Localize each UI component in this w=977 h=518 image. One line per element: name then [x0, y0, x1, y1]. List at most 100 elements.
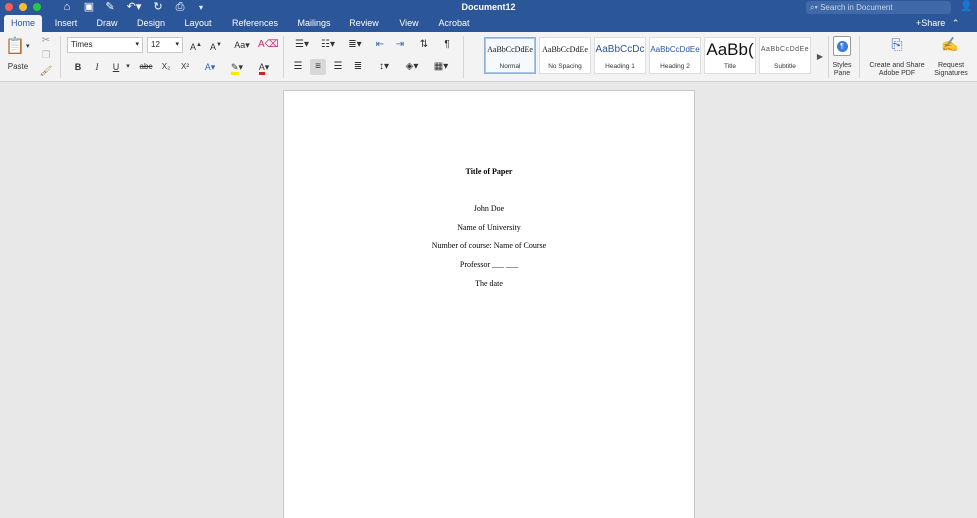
style-subtitle[interactable]: AaBbCcDdEe Subtitle: [759, 37, 811, 74]
cut-icon[interactable]: ✂: [38, 33, 54, 49]
styles-gallery-more-icon[interactable]: ▶: [815, 49, 825, 65]
styles-pane-label[interactable]: Styles Pane: [828, 62, 856, 78]
justify-icon[interactable]: ≣: [350, 59, 366, 75]
align-right-icon[interactable]: ☰: [330, 59, 346, 75]
collapse-ribbon-icon[interactable]: ⌃: [952, 18, 960, 28]
document-page[interactable]: Title of Paper John Doe Name of Universi…: [283, 90, 695, 518]
style-label: Heading 1: [605, 63, 635, 70]
tab-insert[interactable]: Insert: [49, 15, 83, 32]
paper-title[interactable]: Title of Paper: [284, 167, 694, 176]
ribbon: 📋 ▾ Paste ✂ ❐ 🖌 Times ▾ 12 ▾ A▲ A▼ Aa▾ A…: [0, 32, 977, 82]
format-painter-icon[interactable]: 🖌: [38, 64, 54, 80]
tab-view[interactable]: View: [395, 15, 423, 32]
create-pdf-icon[interactable]: ⎘: [888, 36, 906, 56]
align-left-icon[interactable]: ☰: [290, 59, 306, 75]
university-name[interactable]: Name of University: [284, 223, 694, 232]
clear-formatting-icon[interactable]: A⌫: [258, 37, 279, 53]
decrease-indent-icon[interactable]: ⇤: [371, 37, 389, 53]
tab-design[interactable]: Design: [133, 15, 169, 32]
home-icon[interactable]: ⌂: [60, 0, 74, 15]
paper-date[interactable]: The date: [284, 279, 694, 288]
style-title[interactable]: AaBb( Title: [704, 37, 756, 74]
font-size-select[interactable]: 12 ▾: [147, 37, 183, 53]
shrink-font-icon[interactable]: A▼: [207, 37, 225, 53]
show-formatting-marks-icon[interactable]: ¶: [438, 37, 456, 53]
edit-icon[interactable]: ✎: [103, 0, 117, 15]
subscript-button[interactable]: X₂: [158, 59, 174, 75]
tab-references[interactable]: References: [227, 15, 283, 32]
borders-icon[interactable]: ▦▾: [428, 59, 454, 75]
tab-mailings[interactable]: Mailings: [293, 15, 335, 32]
share-label: Share: [921, 18, 946, 28]
tab-layout[interactable]: Layout: [180, 15, 216, 32]
style-heading-1[interactable]: AaBbCcDc Heading 1: [594, 37, 646, 74]
underline-dropdown-icon[interactable]: ▾: [124, 59, 132, 75]
professor-name[interactable]: Professor ___ ___: [284, 260, 694, 269]
style-label: Heading 2: [660, 63, 690, 70]
style-no-spacing[interactable]: AaBbCcDdEe No Spacing: [539, 37, 591, 74]
multilevel-list-icon[interactable]: ≣▾: [343, 37, 367, 53]
underline-button[interactable]: U: [108, 59, 124, 75]
style-label: Title: [723, 63, 737, 70]
paste-icon[interactable]: 📋: [4, 36, 26, 58]
create-pdf-label[interactable]: Create and Share Adobe PDF: [862, 62, 932, 78]
request-signatures-label[interactable]: Request Signatures: [930, 62, 972, 78]
tab-acrobat[interactable]: Acrobat: [434, 15, 474, 32]
numbering-icon[interactable]: ☷▾: [316, 37, 340, 53]
strikethrough-button[interactable]: abc: [136, 59, 156, 75]
paste-dropdown-icon[interactable]: ▾: [26, 42, 30, 50]
search-icon: ⌕▾: [810, 3, 821, 12]
font-name-select[interactable]: Times ▾: [67, 37, 143, 53]
ribbon-divider: [60, 36, 61, 78]
minimize-window-button[interactable]: [19, 3, 27, 11]
tab-review[interactable]: Review: [346, 15, 382, 32]
style-normal[interactable]: AaBbCcDdEe Normal: [484, 37, 536, 74]
align-center-icon[interactable]: ≡: [310, 59, 326, 75]
highlight-icon[interactable]: ✎▾: [225, 59, 249, 75]
paste-label: Paste: [7, 62, 29, 71]
style-sample: AaBbCcDdEe: [760, 46, 810, 53]
change-case-icon[interactable]: Aa▾: [230, 37, 254, 53]
style-label: Normal: [499, 63, 521, 70]
ribbon-tabs: Home Insert Draw Design Layout Reference…: [0, 15, 977, 32]
course-name[interactable]: Number of course: Name of Course: [284, 241, 694, 250]
ribbon-divider: [463, 36, 464, 78]
zoom-window-button[interactable]: [33, 3, 41, 11]
share-button[interactable]: +Share ⌃: [916, 15, 959, 32]
tab-draw[interactable]: Draw: [92, 15, 122, 32]
sort-icon[interactable]: ⇅: [414, 37, 434, 53]
ribbon-divider: [859, 36, 860, 78]
style-sample: AaBbCcDdEe: [650, 45, 700, 54]
font-name-value: Times: [71, 40, 93, 49]
style-label: No Spacing: [548, 63, 582, 70]
request-signatures-icon[interactable]: ✍: [940, 36, 960, 56]
increase-indent-icon[interactable]: ⇥: [391, 37, 409, 53]
line-spacing-icon[interactable]: ↕▾: [372, 59, 396, 75]
title-bar: ⌂ ▣ ✎ ↶▾ ↻ ⎙ ▾ Document12 ⌕▾ Search in D…: [0, 0, 977, 15]
account-icon[interactable]: 👤: [960, 1, 972, 12]
tab-home[interactable]: Home: [4, 15, 42, 32]
shading-icon[interactable]: ◈▾: [400, 59, 424, 75]
chevron-down-icon: ▾: [135, 41, 139, 48]
customize-toolbar-icon[interactable]: ▾: [195, 0, 207, 15]
font-color-icon[interactable]: A▾: [252, 59, 276, 75]
grow-font-icon[interactable]: A▲: [187, 37, 205, 53]
print-icon[interactable]: ⎙: [172, 0, 188, 15]
undo-icon[interactable]: ↶▾: [124, 0, 144, 15]
bullets-icon[interactable]: ☰▾: [290, 37, 314, 53]
close-window-button[interactable]: [5, 3, 13, 11]
bold-button[interactable]: B: [70, 59, 86, 75]
style-heading-2[interactable]: AaBbCcDdEe Heading 2: [649, 37, 701, 74]
ribbon-divider: [283, 36, 284, 78]
search-input[interactable]: ⌕▾ Search in Document: [806, 1, 951, 14]
save-icon[interactable]: ▣: [82, 0, 96, 15]
italic-button[interactable]: I: [89, 59, 105, 75]
style-sample: AaBb(: [706, 40, 754, 59]
superscript-button[interactable]: X²: [177, 59, 193, 75]
text-effects-icon[interactable]: A▾: [198, 59, 222, 75]
author-name[interactable]: John Doe: [284, 204, 694, 213]
redo-icon[interactable]: ↻: [151, 0, 165, 15]
style-sample: AaBbCcDc: [595, 44, 645, 55]
copy-icon[interactable]: ❐: [38, 48, 54, 64]
styles-pane-icon[interactable]: ¶: [833, 36, 851, 56]
